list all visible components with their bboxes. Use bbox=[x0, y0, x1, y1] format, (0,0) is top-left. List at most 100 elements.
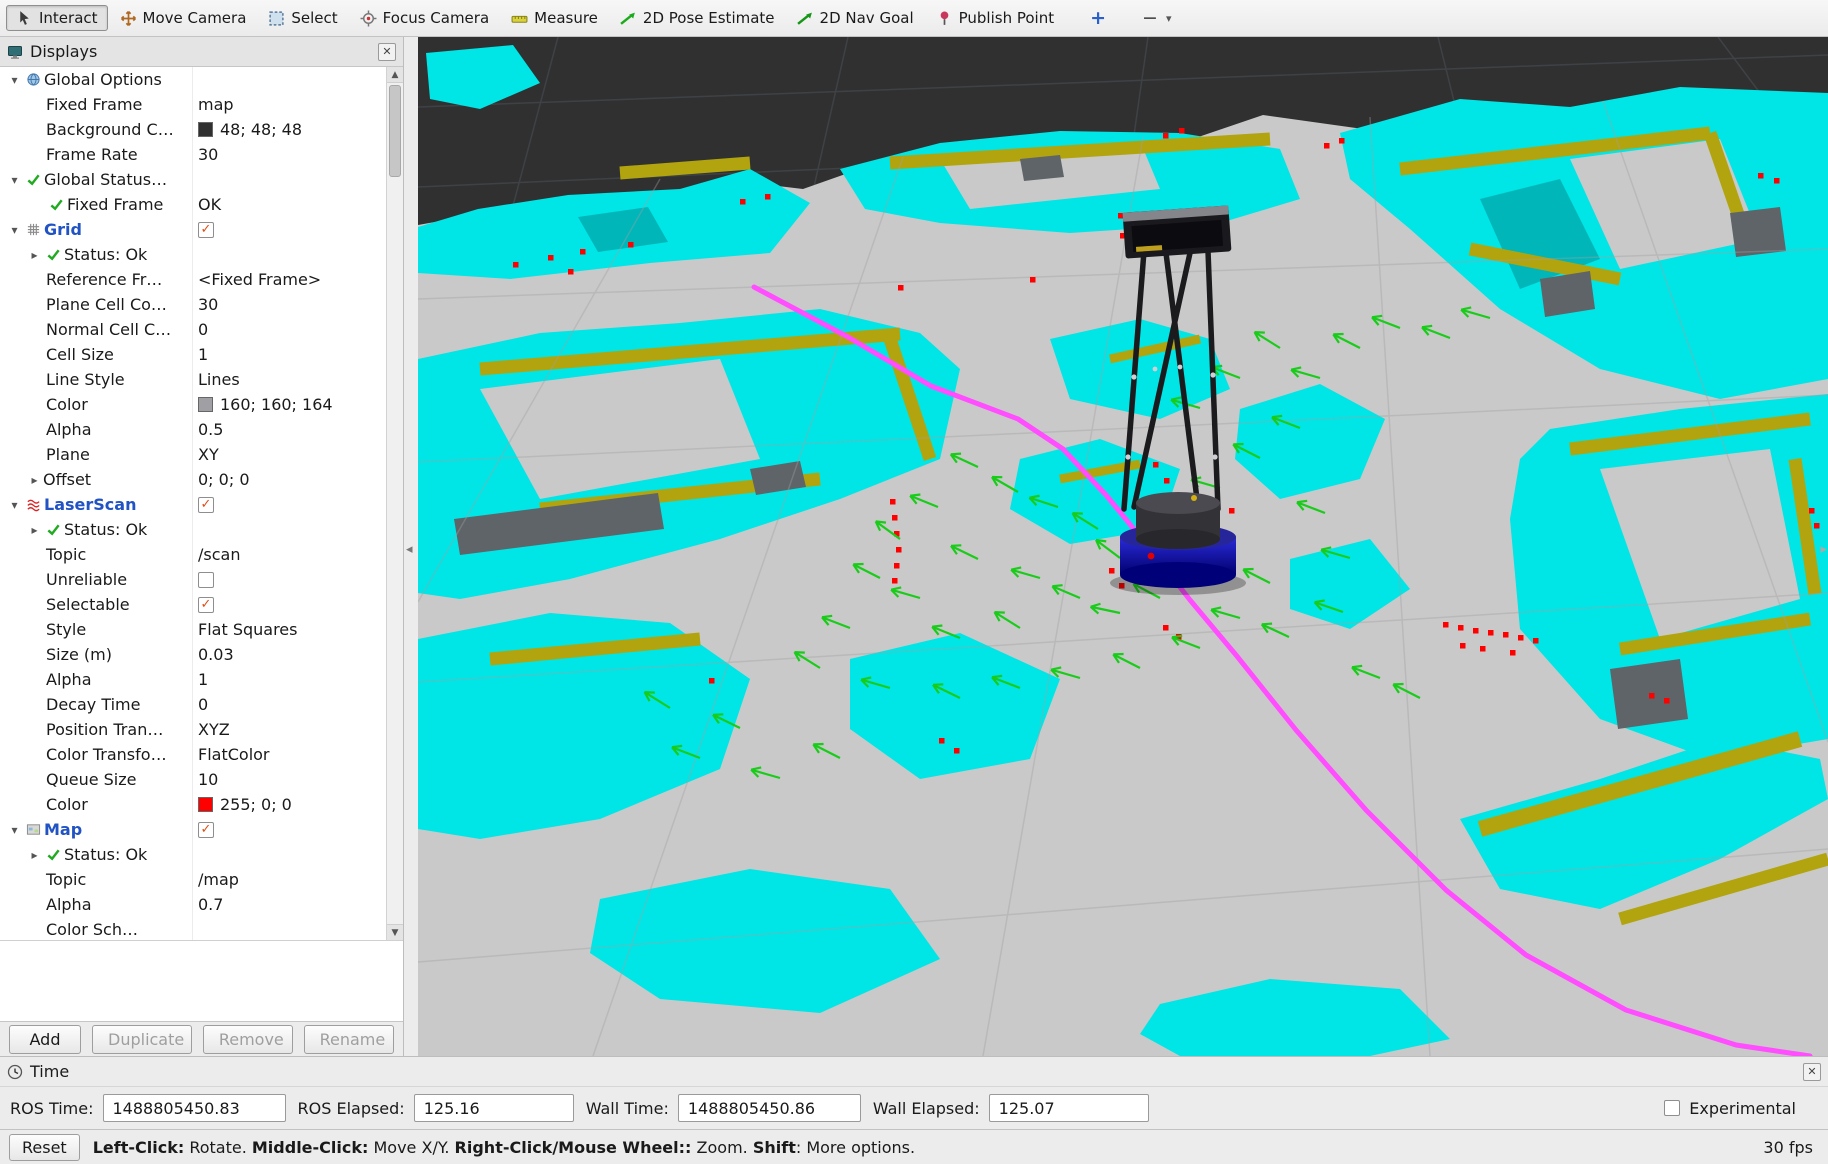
tree-row-frame-rate[interactable]: Frame Rate30 bbox=[0, 142, 386, 167]
tree-row-alpha[interactable]: Alpha0.5 bbox=[0, 417, 386, 442]
property-value[interactable]: 1 bbox=[193, 345, 386, 364]
tree-row-global-status[interactable]: ▾Global Status… bbox=[0, 167, 386, 192]
property-value[interactable]: map bbox=[193, 95, 386, 114]
tree-row-topic[interactable]: Topic/map bbox=[0, 867, 386, 892]
tree-row-topic[interactable]: Topic/scan bbox=[0, 542, 386, 567]
tree-row-reference-fr[interactable]: Reference Fr…<Fixed Frame> bbox=[0, 267, 386, 292]
tree-row-status-ok[interactable]: ▸Status: Ok bbox=[0, 517, 386, 542]
displays-close-button[interactable]: ✕ bbox=[378, 43, 396, 61]
property-value[interactable]: XYZ bbox=[193, 720, 386, 739]
expander-expanded-icon[interactable]: ▾ bbox=[6, 73, 23, 87]
tree-row-laserscan[interactable]: ▾LaserScan✓ bbox=[0, 492, 386, 517]
expander-collapsed-icon[interactable]: ▸ bbox=[26, 248, 43, 262]
time-panel-header[interactable]: Time ✕ bbox=[0, 1057, 1828, 1087]
property-value[interactable]: 1 bbox=[193, 670, 386, 689]
tree-row-color[interactable]: Color255; 0; 0 bbox=[0, 792, 386, 817]
property-value[interactable]: 160; 160; 164 bbox=[193, 395, 386, 414]
tool-button-interact[interactable]: Interact bbox=[6, 5, 108, 31]
add-tool-button[interactable]: + bbox=[1080, 3, 1116, 33]
tool-button-measure[interactable]: Measure bbox=[501, 5, 608, 31]
property-value[interactable]: 0 bbox=[193, 320, 386, 339]
property-value[interactable]: XY bbox=[193, 445, 386, 464]
checkbox-checked[interactable]: ✓ bbox=[198, 822, 214, 838]
tree-row-fixed-frame[interactable]: Fixed Framemap bbox=[0, 92, 386, 117]
expander-collapsed-icon[interactable]: ▸ bbox=[26, 848, 43, 862]
checkbox-checked[interactable]: ✓ bbox=[198, 222, 214, 238]
tree-row-cell-size[interactable]: Cell Size1 bbox=[0, 342, 386, 367]
tree-row-line-style[interactable]: Line StyleLines bbox=[0, 367, 386, 392]
property-value[interactable]: 30 bbox=[193, 145, 386, 164]
duplicate-button[interactable]: Duplicate bbox=[92, 1025, 192, 1054]
rename-button[interactable]: Rename bbox=[304, 1025, 394, 1054]
panel-splitter[interactable]: ◂ bbox=[404, 37, 418, 1056]
property-value[interactable]: 10 bbox=[193, 770, 386, 789]
expander-expanded-icon[interactable]: ▾ bbox=[6, 223, 23, 237]
property-value[interactable]: 48; 48; 48 bbox=[193, 120, 386, 139]
tree-row-selectable[interactable]: Selectable✓ bbox=[0, 592, 386, 617]
remove-tool-button[interactable]: − ▾ bbox=[1132, 3, 1181, 33]
property-value[interactable]: ✓ bbox=[193, 497, 386, 513]
wall-elapsed-input[interactable]: 125.07 bbox=[989, 1094, 1149, 1122]
property-value[interactable] bbox=[193, 572, 386, 588]
tree-row-plane[interactable]: PlaneXY bbox=[0, 442, 386, 467]
tree-row-status-ok[interactable]: ▸Status: Ok bbox=[0, 842, 386, 867]
tree-row-background-c[interactable]: Background C…48; 48; 48 bbox=[0, 117, 386, 142]
tree-row-decay-time[interactable]: Decay Time0 bbox=[0, 692, 386, 717]
displays-panel-header[interactable]: Displays ✕ bbox=[0, 37, 403, 67]
tool-button-focus-camera[interactable]: Focus Camera bbox=[350, 5, 499, 31]
tree-row-offset[interactable]: ▸Offset0; 0; 0 bbox=[0, 467, 386, 492]
checkbox-unchecked[interactable] bbox=[198, 572, 214, 588]
tool-button-2d-nav-goal[interactable]: 2D Nav Goal bbox=[787, 5, 924, 31]
tree-row-grid[interactable]: ▾Grid✓ bbox=[0, 217, 386, 242]
property-value[interactable]: /scan bbox=[193, 545, 386, 564]
tree-row-alpha[interactable]: Alpha0.7 bbox=[0, 892, 386, 917]
experimental-checkbox[interactable] bbox=[1664, 1100, 1680, 1116]
tree-row-style[interactable]: StyleFlat Squares bbox=[0, 617, 386, 642]
property-value[interactable]: 0.7 bbox=[193, 895, 386, 914]
property-value[interactable]: ✓ bbox=[193, 822, 386, 838]
property-value[interactable]: 0; 0; 0 bbox=[193, 470, 386, 489]
displays-scrollbar[interactable]: ▲ ▼ bbox=[386, 67, 403, 940]
expander-expanded-icon[interactable]: ▾ bbox=[6, 498, 23, 512]
property-value[interactable]: <Fixed Frame> bbox=[193, 270, 386, 289]
tool-button-select[interactable]: Select bbox=[258, 5, 347, 31]
tree-row-plane-cell-co[interactable]: Plane Cell Co…30 bbox=[0, 292, 386, 317]
expander-collapsed-icon[interactable]: ▸ bbox=[26, 473, 43, 487]
reset-button[interactable]: Reset bbox=[9, 1134, 80, 1161]
property-value[interactable]: 0.5 bbox=[193, 420, 386, 439]
tool-button-2d-pose-estimate[interactable]: 2D Pose Estimate bbox=[610, 5, 785, 31]
ros-elapsed-input[interactable]: 125.16 bbox=[414, 1094, 574, 1122]
tree-row-global-options[interactable]: ▾Global Options bbox=[0, 67, 386, 92]
tool-button-move-camera[interactable]: Move Camera bbox=[110, 5, 257, 31]
property-value[interactable]: ✓ bbox=[193, 222, 386, 238]
property-value[interactable]: FlatColor bbox=[193, 745, 386, 764]
tree-row-fixed-frame[interactable]: Fixed FrameOK bbox=[0, 192, 386, 217]
property-value[interactable]: 0.03 bbox=[193, 645, 386, 664]
tree-row-alpha[interactable]: Alpha1 bbox=[0, 667, 386, 692]
render-view[interactable]: ▸ bbox=[418, 37, 1828, 1056]
tree-row-map[interactable]: ▾Map✓ bbox=[0, 817, 386, 842]
property-value[interactable]: 30 bbox=[193, 295, 386, 314]
tree-row-color-transfo[interactable]: Color Transfo…FlatColor bbox=[0, 742, 386, 767]
ros-time-input[interactable]: 1488805450.83 bbox=[103, 1094, 286, 1122]
property-value[interactable]: OK bbox=[193, 195, 386, 214]
expander-expanded-icon[interactable]: ▾ bbox=[6, 823, 23, 837]
property-value[interactable]: 255; 0; 0 bbox=[193, 795, 386, 814]
expander-collapsed-icon[interactable]: ▸ bbox=[26, 523, 43, 537]
wall-time-input[interactable]: 1488805450.86 bbox=[678, 1094, 861, 1122]
tree-row-position-tran[interactable]: Position Tran…XYZ bbox=[0, 717, 386, 742]
scroll-down-button[interactable]: ▼ bbox=[387, 924, 403, 940]
tree-row-queue-size[interactable]: Queue Size10 bbox=[0, 767, 386, 792]
tree-row-size-m[interactable]: Size (m)0.03 bbox=[0, 642, 386, 667]
checkbox-checked[interactable]: ✓ bbox=[198, 497, 214, 513]
property-value[interactable]: 0 bbox=[193, 695, 386, 714]
scroll-up-button[interactable]: ▲ bbox=[387, 67, 403, 83]
scrollbar-thumb[interactable] bbox=[389, 85, 401, 177]
tree-row-unreliable[interactable]: Unreliable bbox=[0, 567, 386, 592]
tree-row-normal-cell-c[interactable]: Normal Cell C…0 bbox=[0, 317, 386, 342]
splitter-collapse-left-icon[interactable]: ◂ bbox=[406, 542, 413, 557]
tree-row-color[interactable]: Color160; 160; 164 bbox=[0, 392, 386, 417]
tool-button-publish-point[interactable]: Publish Point bbox=[926, 5, 1064, 31]
property-value[interactable]: ✓ bbox=[193, 597, 386, 613]
expander-expanded-icon[interactable]: ▾ bbox=[6, 173, 23, 187]
